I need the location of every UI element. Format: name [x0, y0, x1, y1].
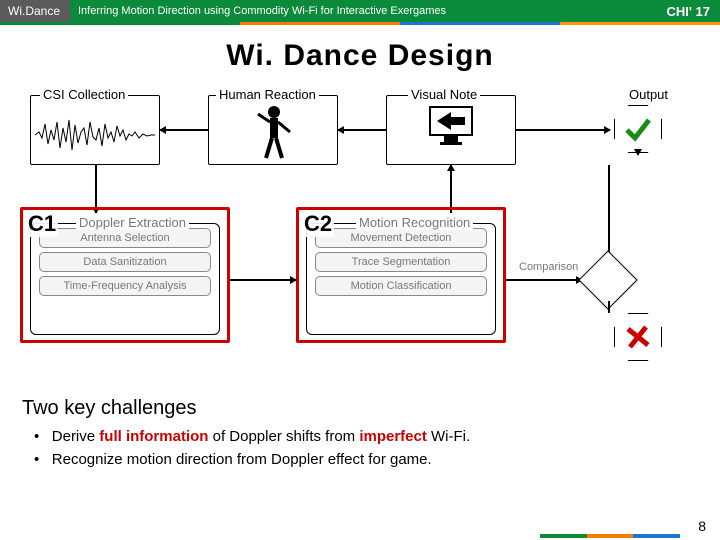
- output-correct: [614, 105, 662, 153]
- arrow-motion-up: [450, 165, 452, 213]
- arrow-visual-to-human: [338, 129, 386, 131]
- check-icon: [622, 113, 654, 145]
- bullet-1: • Derive full information of Doppler shi…: [34, 426, 698, 449]
- page-number: 8: [698, 518, 706, 534]
- arrow-visual-to-output: [516, 129, 610, 131]
- topbar-conf: CHI' 17: [656, 0, 720, 22]
- box-visual-note: [386, 95, 516, 165]
- arrow-left-icon: [431, 108, 471, 134]
- bullet-list: • Derive full information of Doppler shi…: [34, 426, 698, 471]
- arrow-human-to-csi: [160, 129, 208, 131]
- accent-bottom: [540, 534, 680, 538]
- topbar: Wi.Dance Inferring Motion Direction usin…: [0, 0, 720, 22]
- label-output: Output: [626, 87, 671, 102]
- arrow-csi-down: [95, 165, 97, 213]
- person-icon: [254, 104, 294, 160]
- monitor-icon: [429, 106, 473, 136]
- connector-to-wrong: [608, 301, 610, 313]
- subheading: Two key challenges: [22, 397, 698, 420]
- cross-icon: [622, 321, 654, 353]
- box-human-reaction: [208, 95, 338, 165]
- text-section: Two key challenges • Derive full informa…: [22, 397, 698, 471]
- topbar-subtitle: Inferring Motion Direction using Commodi…: [70, 0, 656, 22]
- label-visual: Visual Note: [408, 87, 480, 102]
- accent-bar: [0, 22, 720, 25]
- label-human: Human Reaction: [216, 87, 319, 102]
- arrow-doppler-to-motion: [230, 279, 296, 281]
- output-wrong: [614, 313, 662, 361]
- slide-title: Wi. Dance Design: [0, 39, 720, 73]
- topbar-brand: Wi.Dance: [0, 0, 70, 22]
- design-diagram: CSI Collection Human Reaction Visual Not…: [10, 83, 710, 393]
- bullet-2: • Recognize motion direction from Dopple…: [34, 449, 698, 472]
- arrow-motion-to-comparison: [506, 279, 582, 281]
- waveform-icon: [35, 110, 157, 160]
- label-c2: C2: [302, 211, 334, 237]
- box-csi-collection: [30, 95, 160, 165]
- label-c1: C1: [26, 211, 58, 237]
- label-comparison: Comparison: [516, 261, 581, 273]
- label-csi: CSI Collection: [40, 87, 128, 102]
